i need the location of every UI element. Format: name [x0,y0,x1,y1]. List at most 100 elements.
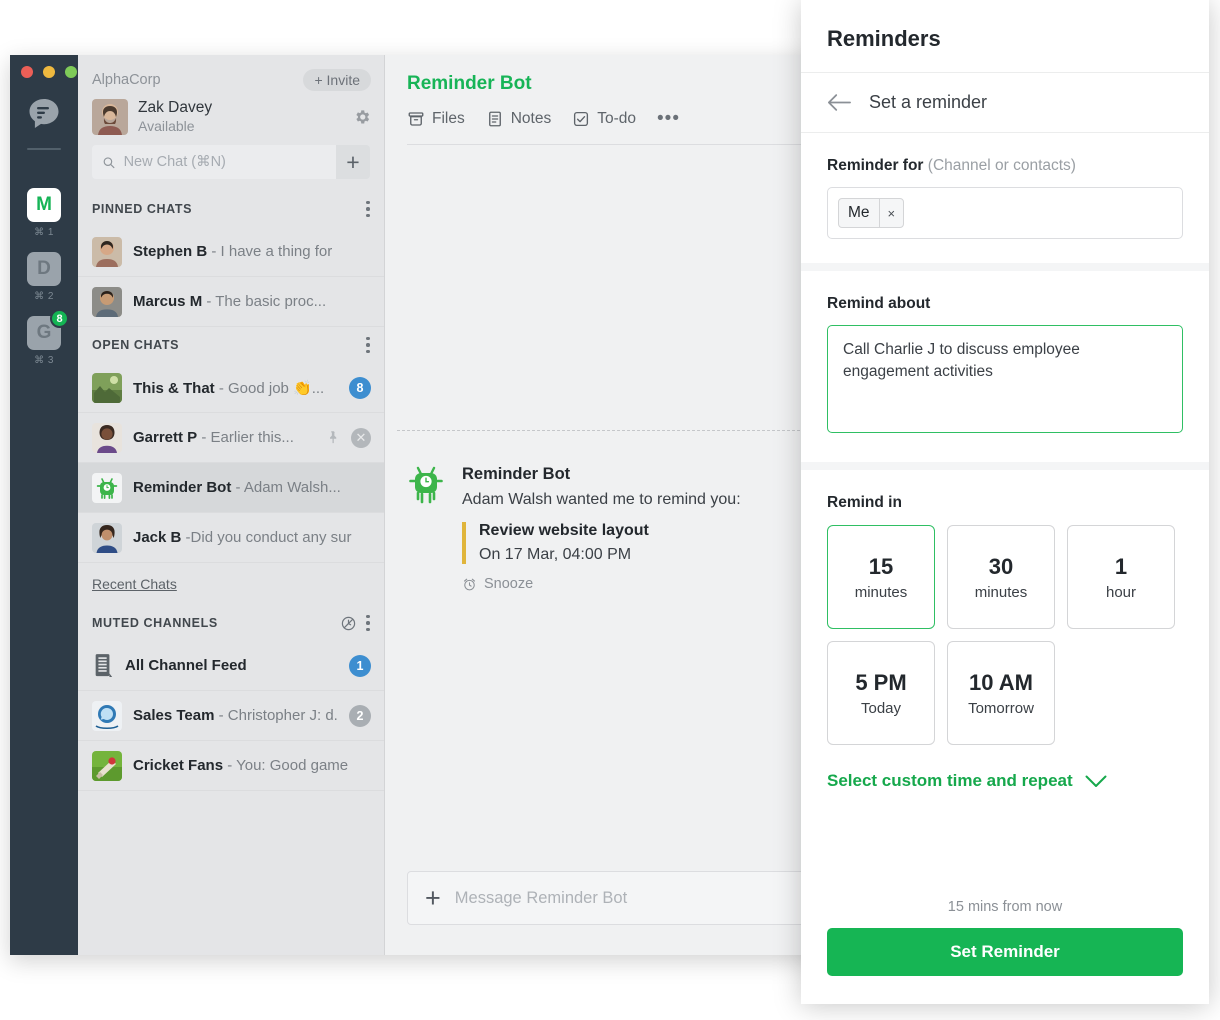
reminders-panel-footer: 15 mins from now Set Reminder [801,899,1209,1004]
avatar [92,750,122,781]
remind-in-option-1-hour[interactable]: 1 hour [1067,525,1175,629]
chat-row-marcus-m[interactable]: Marcus M - The basic proc... [78,277,384,327]
team-letter: M [36,194,52,215]
remind-in-option-5pm-today[interactable]: 5 PM Today [827,641,935,745]
tab-notes[interactable]: Notes [486,110,551,128]
close-window-button[interactable] [21,66,33,78]
search-icon [103,156,115,168]
chat-name: This & That [133,379,215,397]
rail-divider [27,148,61,150]
snooze-button[interactable]: Snooze [462,576,741,592]
section-title: OPEN CHATS [92,338,180,352]
new-chat-button[interactable]: + [336,145,370,179]
chat-row-stephen-b[interactable]: Stephen B - I have a thing for [78,227,384,277]
team-tile[interactable]: G 8 [27,309,69,350]
set-reminder-button[interactable]: Set Reminder [827,928,1183,976]
chat-name: Stephen B [133,243,208,260]
chat-name: Garrett P [133,429,198,446]
chat-preview: - The basic proc... [202,293,327,310]
chat-row-label: All Channel Feed [125,657,338,674]
remind-in-option-30-minutes[interactable]: 30 minutes [947,525,1055,629]
chat-row-label: Sales Team - Christopher J: d. [133,707,338,724]
chat-row-sales-team[interactable]: Sales Team - Christopher J: d. 2 [78,691,384,741]
snooze-label: Snooze [484,576,534,592]
section-header-pinned-chats: PINNED CHATS [78,191,384,227]
chat-preview: - You: Good game [223,757,349,774]
chat-name: Jack B [133,529,182,546]
chat-preview: - Earlier this... [197,429,294,446]
current-user-status: Available [138,117,195,134]
reminder-for-section: Reminder for (Channel or contacts) Me × [801,133,1209,271]
panel-title: Reminders [827,26,941,51]
chat-row-all-channel-feed[interactable]: All Channel Feed 1 [78,641,384,691]
plus-icon[interactable]: + [425,884,441,912]
minimize-window-button[interactable] [43,66,55,78]
chat-row-reminder-bot[interactable]: Reminder Bot - Adam Walsh... [78,463,384,513]
avatar [92,286,122,317]
option-primary: 15 [868,553,894,579]
reminder-for-hint: (Channel or contacts) [927,157,1076,174]
checkbox-icon [574,111,589,127]
chat-row-this-and-that[interactable]: This & That - Good job 👏... 8 [78,363,384,413]
remind-in-option-15-minutes[interactable]: 15 minutes [827,525,935,629]
pin-icon[interactable] [325,429,340,446]
org-header: AlphaCorp + Invite [78,55,384,95]
chat-row-jack-b[interactable]: Jack B -Did you conduct any sur [78,513,384,563]
remind-in-section: Remind in 15 minutes 30 minutes 1 hour 5… [801,470,1209,815]
unread-badge: 2 [349,704,371,727]
current-user-name: Zak Davey [138,99,213,116]
team-tile[interactable]: M [27,188,61,222]
maximize-window-button[interactable] [65,66,77,78]
chevron-down-icon[interactable] [1085,775,1107,788]
chat-preview: - Good job 👏... [214,379,325,397]
new-chat-search-row: + [78,145,384,191]
window-traffic-lights[interactable] [21,66,77,78]
custom-time-label: Select custom time and repeat [827,771,1073,790]
team-switcher-item-1[interactable]: D ⌘ 2 [27,252,61,302]
remind-in-option-10am-tomorrow[interactable]: 10 AM Tomorrow [947,641,1055,745]
gear-icon[interactable] [353,108,371,126]
invite-button[interactable]: + Invite [303,69,371,91]
section-menu-icon[interactable] [366,336,370,354]
message-body: Reminder Bot Adam Walsh wanted me to rem… [462,465,741,592]
reminders-panel-header: Reminders [801,0,1209,73]
chat-logo-icon[interactable] [26,96,62,132]
recipient-chip[interactable]: Me × [838,198,905,228]
chat-name: Marcus M [133,293,203,310]
reminder-for-field[interactable]: Me × [827,187,1183,239]
section-title: MUTED CHANNELS [92,616,218,630]
tab-todo[interactable]: To-do [572,110,636,128]
chat-row-label: Jack B -Did you conduct any sur [133,529,371,546]
custom-time-toggle[interactable]: Select custom time and repeat [827,771,1183,791]
chat-row-label: This & That - Good job 👏... [133,379,338,397]
recipient-chip-remove-icon[interactable]: × [878,199,904,227]
section-menu-icon[interactable] [366,614,370,632]
section-menu-icon[interactable] [366,200,370,218]
option-primary: 5 PM [855,669,907,695]
search-box[interactable] [92,145,336,179]
recent-chats-link[interactable]: Recent Chats [78,563,384,605]
chat-row-cricket-fans[interactable]: Cricket Fans - You: Good game [78,741,384,791]
message-item: Reminder Bot Adam Walsh wanted me to rem… [407,465,741,592]
more-options-button[interactable]: ••• [657,108,680,130]
team-shortcut: ⌘ 3 [34,355,54,366]
section-header-muted-channels: MUTED CHANNELS [78,605,384,641]
avatar [92,472,122,503]
search-input[interactable] [123,154,326,170]
current-user-row[interactable]: Zak Davey Available [78,95,384,145]
back-arrow-icon[interactable] [827,93,851,112]
bot-avatar [409,466,443,504]
mute-clock-icon[interactable] [340,615,357,632]
team-switcher-item-2[interactable]: G 8 ⌘ 3 [27,309,69,366]
tab-files[interactable]: Files [407,110,465,128]
option-secondary: Tomorrow [968,699,1034,717]
team-tile[interactable]: D [27,252,61,286]
remind-about-input[interactable] [827,325,1183,433]
avatar [92,372,122,403]
unread-badge: 8 [349,376,371,399]
close-chat-icon[interactable]: ✕ [351,427,371,448]
option-primary: 30 [988,553,1014,579]
chat-preview: - Adam Walsh... [231,479,341,496]
chat-row-garrett-p[interactable]: Garrett P - Earlier this... ✕ [78,413,384,463]
team-switcher-item-0[interactable]: M ⌘ 1 [27,188,61,238]
